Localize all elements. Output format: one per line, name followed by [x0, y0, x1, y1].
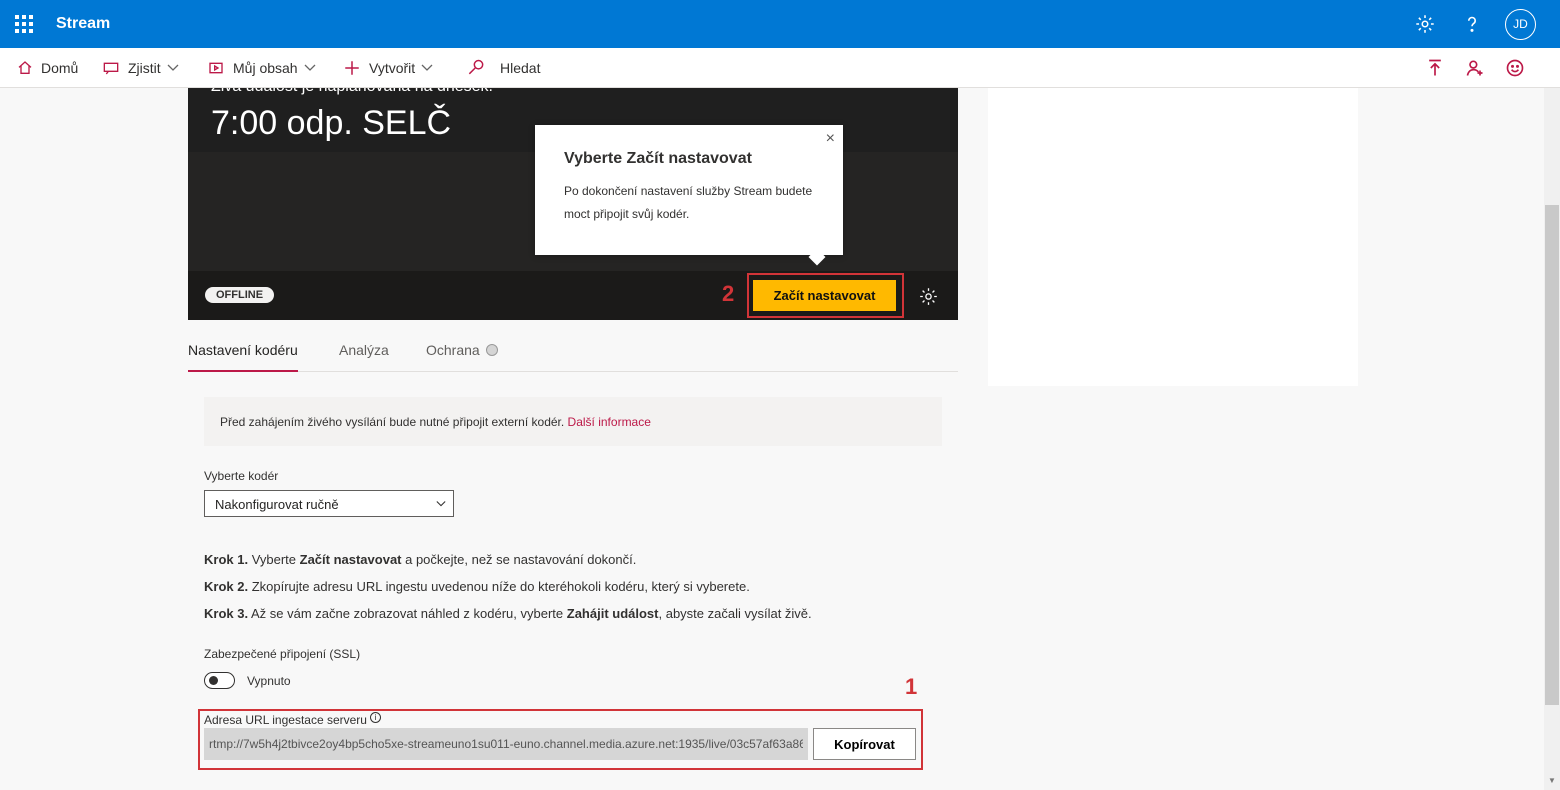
step-3-head: Krok 3. — [204, 606, 249, 621]
encoder-select[interactable]: Nakonfigurovat ručně — [204, 490, 454, 517]
step-2: Krok 2. Zkopírujte adresu URL ingestu uv… — [204, 579, 750, 594]
chevron-down-icon — [436, 501, 446, 507]
nav-search[interactable]: Hledat — [466, 48, 540, 88]
nav-home[interactable]: Domů — [17, 48, 78, 88]
more-info-link[interactable]: Další informace — [568, 415, 651, 429]
nav-search-label: Hledat — [500, 60, 541, 76]
chevron-down-icon — [304, 64, 316, 71]
step-1-head: Krok 1. — [204, 552, 249, 567]
tab-protection-label: Ochrana — [426, 342, 480, 358]
step-3-tail: , abyste začali vysílat živě. — [658, 606, 812, 621]
annotation-box-2 — [747, 273, 904, 318]
toggle-knob — [209, 676, 218, 685]
callout-body: Po dokončení nastavení služby Stream bud… — [564, 184, 813, 221]
step-1: Krok 1. Vyberte Začít nastavovat a počke… — [204, 552, 636, 567]
help-icon[interactable] — [1461, 13, 1483, 35]
scrollbar-thumb[interactable] — [1545, 205, 1559, 705]
encoder-label: Vyberte kodér — [204, 469, 279, 483]
step-1-bold: Začít nastavovat — [299, 552, 402, 567]
video-icon — [209, 62, 223, 74]
step-2-text: Zkopírujte adresu URL ingestu uvedenou n… — [248, 579, 750, 594]
home-icon — [18, 61, 32, 74]
avatar[interactable]: JD — [1505, 9, 1536, 40]
step-1-tail: a počkejte, než se nastavování dokončí. — [401, 552, 637, 567]
plus-icon — [345, 61, 359, 75]
status-badge: OFFLINE — [205, 287, 275, 303]
nav-discover-label: Zjistit — [128, 60, 161, 76]
settings-icon[interactable] — [1414, 13, 1436, 35]
encoder-notice: Před zahájením živého vysílání bude nutn… — [204, 397, 942, 446]
nav-create-label: Vytvořit — [369, 60, 416, 76]
notice-text: Před zahájením živého vysílání bude nutn… — [220, 415, 568, 429]
stream-page: Stream JD Domů Zjistit Můj obsah Vytvoři — [0, 0, 1560, 790]
callout: × Vyberte Začít nastavovat Po dokončení … — [535, 125, 843, 255]
smiley-icon[interactable] — [1505, 58, 1525, 78]
discover-icon — [103, 62, 119, 75]
encoder-select-value: Nakonfigurovat ručně — [215, 497, 339, 512]
app-title[interactable]: Stream — [56, 15, 110, 33]
tab-encoder[interactable]: Nastavení kodéru — [188, 342, 298, 372]
scheduled-text: Živá událost je naplánována na dnešek. — [211, 88, 493, 96]
chevron-down-icon — [421, 64, 433, 71]
right-panel — [988, 88, 1358, 386]
chevron-down-icon — [167, 64, 179, 71]
scroll-down-arrow-icon[interactable]: ▼ — [1548, 776, 1556, 785]
top-bar: Stream JD — [0, 0, 1560, 48]
navigation-bar: Domů Zjistit Můj obsah Vytvořit Hledat — [0, 48, 1560, 88]
step-3: Krok 3. Až se vám začne zobrazovat náhle… — [204, 606, 812, 621]
ssl-state: Vypnuto — [247, 674, 291, 688]
nav-my-content[interactable]: Můj obsah — [207, 48, 324, 88]
add-person-icon[interactable] — [1465, 58, 1485, 78]
ssl-toggle[interactable] — [204, 672, 235, 689]
app-launcher-icon[interactable] — [15, 15, 33, 33]
close-icon[interactable]: × — [826, 130, 835, 148]
tab-protection[interactable]: Ochrana — [426, 342, 498, 358]
step-1-text: Vyberte — [248, 552, 300, 567]
ingest-label: Adresa URL ingestace serveru — [204, 713, 367, 727]
nav-home-label: Domů — [41, 60, 79, 76]
ingest-url-field[interactable] — [204, 728, 808, 760]
copy-button[interactable]: Kopírovat — [813, 728, 916, 760]
info-icon[interactable]: i — [370, 712, 381, 723]
nav-my-content-label: Můj obsah — [233, 60, 298, 76]
callout-title: Vyberte Začít nastavovat — [564, 150, 752, 167]
annotation-number-2: 2 — [722, 281, 735, 306]
tabs: Nastavení kodéru Analýza Ochrana — [188, 320, 958, 372]
video-settings-icon[interactable] — [918, 286, 939, 307]
step-3-bold: Zahájit událost — [566, 606, 659, 621]
ssl-label: Zabezpečené připojení (SSL) — [204, 647, 361, 661]
upload-icon[interactable] — [1425, 58, 1445, 78]
nav-create[interactable]: Vytvořit — [343, 48, 441, 88]
status-circle-icon — [485, 344, 498, 356]
scheduled-time: 7:00 odp. SELČ — [211, 104, 452, 142]
search-icon — [468, 59, 484, 75]
step-2-head: Krok 2. — [204, 579, 249, 594]
nav-discover[interactable]: Zjistit — [102, 48, 187, 88]
step-3-text: Až se vám začne zobrazovat náhled z kodé… — [248, 606, 567, 621]
annotation-number-1: 1 — [905, 674, 918, 699]
tab-analytics[interactable]: Analýza — [339, 342, 389, 358]
